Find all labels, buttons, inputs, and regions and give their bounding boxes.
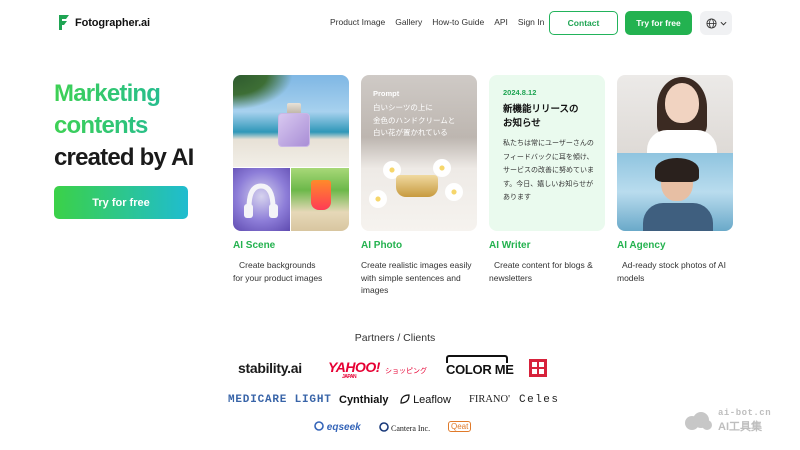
card-desc-ai-writer: Create content for blogs & newsletters [489, 259, 593, 284]
top-navigation: Fotographer.ai Product Image Gallery How… [0, 0, 800, 46]
leaf-icon [400, 394, 410, 404]
ai-writer-card-image[interactable]: 2024.8.12 新機能リリースの お知らせ 私たちは常にユーザーさんの フィ… [489, 75, 605, 231]
nav-link-api[interactable]: API [494, 17, 508, 27]
article-date: 2024.8.12 [503, 88, 537, 97]
card-title-ai-scene[interactable]: AI Scene [233, 240, 275, 251]
body-line: 私たちは常にユーザーさんの [503, 140, 594, 147]
cantera-icon [379, 422, 389, 432]
desc-line: Ad-ready stock photos of AI [622, 260, 726, 270]
desc-line: Create realistic images easily [361, 260, 472, 270]
desc-line: Create content for blogs & [494, 260, 593, 270]
desc-line: images [361, 285, 389, 295]
logo-text: Fotographer.ai [75, 16, 150, 29]
try-for-free-hero-button[interactable]: Try for free [54, 186, 188, 219]
partner-logo-colorme: COLOR ME [446, 362, 514, 377]
flower-icon [445, 183, 463, 201]
nav-link-sign-in[interactable]: Sign In [518, 17, 544, 27]
perfume-bottle [278, 113, 310, 147]
card-desc-ai-agency: Ad-ready stock photos of AI models [617, 259, 726, 284]
logo-icon [59, 15, 69, 30]
title-line: 新機能リリースの [503, 104, 579, 115]
watermark-label: AI工具集 [718, 421, 762, 433]
hero-heading: Marketing contents created by AI [54, 78, 194, 174]
body-line: す。今日、嬉しいお知らせが [503, 180, 594, 188]
hero-line-2: contents [54, 110, 193, 142]
model-face [665, 83, 699, 123]
body-line: フィードバックに耳を傾け、 [503, 153, 594, 161]
try-for-free-nav-button[interactable]: Try for free [625, 11, 692, 35]
leaflow-text: Leaflow [413, 394, 451, 406]
partner-logo-cantera: Cantera Inc. [379, 422, 430, 433]
globe-icon [705, 17, 717, 29]
desc-line: Create backgrounds [239, 260, 316, 270]
body-line: あります [503, 194, 531, 201]
article-title: 新機能リリースの お知らせ [503, 103, 579, 131]
cream-jar [396, 175, 438, 197]
partner-logo-red-square [529, 359, 547, 377]
language-selector[interactable] [700, 11, 732, 35]
prompt-line: 白いシーツの上に [373, 103, 433, 112]
contact-button[interactable]: Contact [549, 11, 618, 35]
headphones-image [233, 168, 290, 231]
partner-logo-leaflow: Leaflow [400, 394, 451, 406]
headphones-icon [244, 183, 278, 218]
cloud-icon [685, 412, 712, 430]
nav-link-product-image[interactable]: Product Image [330, 17, 385, 27]
prompt-label: Prompt [373, 89, 400, 98]
chevron-down-icon [720, 21, 726, 26]
ai-photo-card-image[interactable]: Prompt 白いシーツの上に 金色のハンドクリームと 白い花が置かれている [361, 75, 477, 231]
card-desc-ai-photo: Create realistic images easily with simp… [361, 259, 472, 297]
nav-link-gallery[interactable]: Gallery [395, 17, 422, 27]
watermark-text: ai-bot.cn AI工具集 [718, 408, 771, 434]
card-title-ai-writer[interactable]: AI Writer [489, 240, 531, 251]
model-hair [655, 158, 699, 182]
partner-logo-stability: stability.ai [238, 360, 302, 376]
model-shirt [643, 203, 713, 231]
card-title-ai-photo[interactable]: AI Photo [361, 240, 402, 251]
partner-logo-celes: Celes [519, 394, 560, 406]
flower-icon [433, 159, 451, 177]
flower-icon [369, 190, 387, 208]
partner-logo-eqseek: eqseek [314, 421, 361, 433]
card-title-ai-agency[interactable]: AI Agency [617, 240, 666, 251]
cocktail-glass [311, 180, 331, 210]
hero-line-1: Marketing [54, 78, 193, 110]
ai-agency-card-image[interactable] [617, 75, 733, 231]
watermark-domain: ai-bot.cn [718, 408, 772, 418]
nav-links: Product Image Gallery How-to Guide API S… [330, 17, 544, 27]
partner-logo-yahoo: YAHOO! JAPAN [328, 359, 380, 380]
article-body: 私たちは常にユーザーさんの フィードバックに耳を傾け、 サービスの改善に努めてい… [503, 137, 599, 205]
eqseek-icon [314, 421, 324, 431]
prompt-line: 金色のハンドクリームと [373, 115, 456, 125]
yahoo-japan-label: JAPAN [342, 374, 357, 380]
title-line: お知らせ [503, 118, 541, 129]
partner-logo-firano: FIRANO' [469, 394, 510, 405]
ai-scene-card-image[interactable] [233, 75, 349, 231]
eqseek-text: eqseek [326, 422, 361, 433]
partner-logo-qeat: Qeat [448, 421, 472, 432]
partners-heading: Partners / Clients [354, 332, 436, 344]
desc-line: models [617, 272, 645, 283]
cantera-text: Cantera Inc. [391, 424, 431, 433]
desc-line: for your product images [233, 272, 323, 283]
body-line: サービスの改善に努めていま [503, 167, 594, 174]
partner-logo-medicare-light: MEDICARE LIGHT [228, 394, 332, 406]
red-grid-icon [532, 362, 544, 374]
desc-line: newsletters [489, 272, 532, 283]
partner-logo-yahoo-shopping: ショッピング [385, 368, 427, 375]
desc-line: with simple sentences and [361, 272, 461, 283]
model-shirt [647, 130, 717, 153]
partner-logo-cynthialy: Cynthialy [339, 394, 389, 406]
prompt-line: 白い花が置かれている [373, 128, 448, 137]
nav-link-how-to-guide[interactable]: How-to Guide [432, 17, 484, 27]
prompt-text: 白いシーツの上に 金色のハンドクリームと 白い花が置かれている [373, 102, 455, 140]
yahoo-wordmark: YAHOO! [328, 359, 380, 375]
watermark: ai-bot.cn AI工具集 [683, 408, 771, 434]
palm-leaves [233, 75, 293, 110]
card-desc-ai-scene: Create backgrounds for your product imag… [233, 259, 322, 284]
hero-line-3: created by AI [54, 144, 194, 171]
logo[interactable]: Fotographer.ai [57, 14, 150, 31]
